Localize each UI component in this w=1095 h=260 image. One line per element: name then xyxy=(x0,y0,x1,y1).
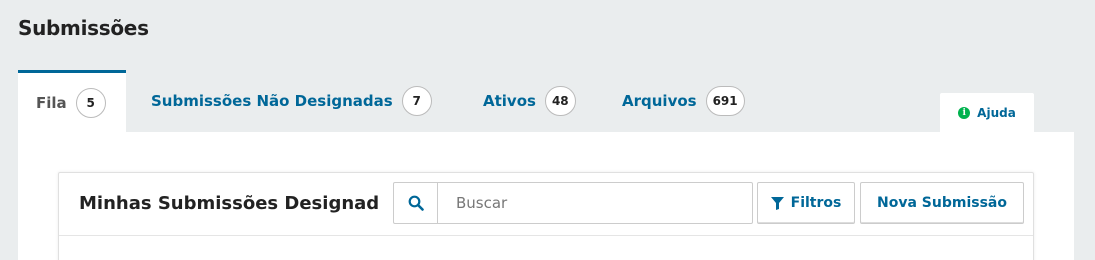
tab-queue-label: Fila xyxy=(36,93,67,112)
tab-unassigned-count: 7 xyxy=(401,86,432,116)
list-panel-title: Minhas Submissões Designadas xyxy=(79,193,379,214)
tab-active-count: 48 xyxy=(544,86,576,116)
help-button[interactable]: i Ajuda xyxy=(940,93,1034,133)
tab-archives-label: Arquivos xyxy=(622,92,697,110)
info-icon: i xyxy=(958,107,971,119)
filter-icon xyxy=(770,196,784,210)
tab-unassigned-label: Submissões Não Designadas xyxy=(151,92,393,110)
submissions-list-panel: Minhas Submissões Designadas Filtros Nov… xyxy=(58,172,1034,260)
search-icon xyxy=(408,195,424,211)
tab-queue-count: 5 xyxy=(75,87,106,118)
search-button[interactable] xyxy=(394,183,438,223)
new-submission-button[interactable]: Nova Submissão xyxy=(860,182,1024,224)
search-input[interactable] xyxy=(438,183,752,223)
list-panel-header: Minhas Submissões Designadas Filtros Nov… xyxy=(59,173,1033,236)
tab-archives[interactable]: Arquivos 691 xyxy=(622,70,745,132)
search-box xyxy=(393,182,753,224)
tab-archives-count: 691 xyxy=(705,86,745,116)
help-label: Ajuda xyxy=(977,106,1016,120)
new-submission-label: Nova Submissão xyxy=(877,195,1007,211)
page-title: Submissões xyxy=(18,16,149,40)
tab-active-label: Ativos xyxy=(483,92,536,110)
tab-unassigned[interactable]: Submissões Não Designadas 7 xyxy=(151,70,432,132)
tab-queue[interactable]: Fila 5 xyxy=(18,70,126,132)
filters-label: Filtros xyxy=(790,195,842,211)
tab-active[interactable]: Ativos 48 xyxy=(483,70,576,132)
filters-button[interactable]: Filtros xyxy=(757,182,855,224)
